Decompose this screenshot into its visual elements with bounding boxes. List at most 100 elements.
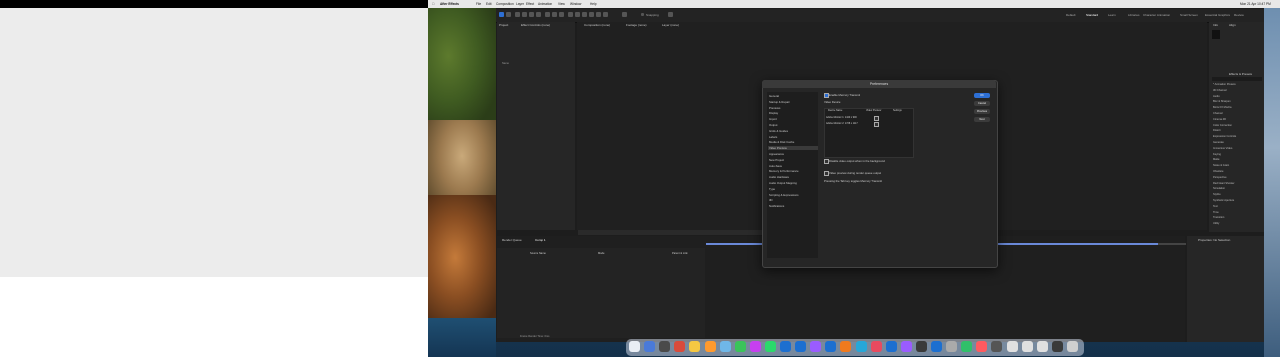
- menu-animation[interactable]: Animation: [538, 0, 552, 8]
- dock-app-icon[interactable]: [674, 341, 686, 352]
- effects-search-input[interactable]: [1212, 77, 1262, 81]
- menu-layer[interactable]: Layer: [516, 0, 524, 8]
- zoom-tool-icon[interactable]: [522, 12, 527, 17]
- preferences-category-item[interactable]: Appearance: [769, 152, 784, 156]
- dock-app-icon[interactable]: [704, 341, 716, 352]
- preferences-category-item[interactable]: New Project: [769, 158, 784, 162]
- dock-app-icon[interactable]: [1021, 341, 1033, 352]
- effects-list-item[interactable]: Blur & Sharpen: [1213, 100, 1231, 103]
- dock-app-icon[interactable]: [810, 341, 822, 352]
- snapping-checkbox[interactable]: [641, 13, 644, 16]
- tab-align[interactable]: Align: [1229, 23, 1236, 27]
- preferences-category-item[interactable]: Audio Output Mapping: [769, 181, 797, 185]
- camera-tool-icon[interactable]: [536, 12, 541, 17]
- effects-list-item[interactable]: Noise & Grain: [1213, 164, 1229, 167]
- dock-app-icon[interactable]: [931, 341, 942, 352]
- puppet-tool-icon[interactable]: [603, 12, 608, 17]
- pan-behind-tool-icon[interactable]: [545, 12, 550, 17]
- workspace-small-screen[interactable]: Small Screen: [1180, 13, 1198, 17]
- tab-composition[interactable]: Composition (none): [584, 23, 610, 27]
- menu-window[interactable]: Window: [570, 0, 581, 8]
- menu-help[interactable]: Help: [590, 0, 597, 8]
- dock-app-icon[interactable]: [644, 341, 656, 352]
- previous-button[interactable]: Previous: [974, 109, 990, 114]
- preferences-category-item[interactable]: Video Preview: [769, 146, 787, 150]
- device-row-2[interactable]: Adobe Monitor 2: 1728 x 1117: [826, 122, 858, 125]
- preferences-category-item[interactable]: Scripting & Expressions: [769, 193, 799, 197]
- effects-list-item[interactable]: Matte: [1213, 158, 1220, 161]
- workspace-default[interactable]: Default: [1066, 13, 1076, 17]
- dock-app-icon[interactable]: [840, 341, 852, 352]
- eraser-tool-icon[interactable]: [589, 12, 594, 17]
- preferences-category-item[interactable]: Audio Hardware: [769, 175, 789, 179]
- dock-app-icon[interactable]: [719, 341, 731, 352]
- preferences-category-item[interactable]: Labels: [769, 135, 777, 139]
- effects-list-item[interactable]: Perspective: [1213, 176, 1227, 179]
- dock-app-icon[interactable]: [764, 341, 776, 352]
- effects-list-item[interactable]: 3D Channel: [1213, 89, 1227, 92]
- tab-info[interactable]: Info: [1213, 23, 1218, 27]
- dock-app-icon[interactable]: [795, 341, 807, 352]
- workspace-libraries[interactable]: Libraries: [1128, 13, 1140, 17]
- effects-list-item[interactable]: Audio: [1213, 95, 1220, 98]
- tab-project[interactable]: Project: [499, 23, 508, 27]
- workspace-character-animation[interactable]: Character Animation: [1143, 13, 1170, 17]
- effects-list-item[interactable]: * Animation Presets: [1213, 83, 1236, 86]
- dock-app-icon[interactable]: [991, 341, 1003, 352]
- tab-effects-presets[interactable]: Effects & Presets: [1229, 72, 1252, 76]
- menu-edit[interactable]: Edit: [486, 0, 492, 8]
- dock-app-icon[interactable]: [825, 341, 837, 352]
- col-parent-link[interactable]: Parent & Link: [672, 252, 688, 255]
- roto-brush-tool-icon[interactable]: [596, 12, 601, 17]
- dock-app-icon[interactable]: [689, 341, 701, 352]
- dock-app-icon[interactable]: [946, 341, 958, 352]
- shape-tool-icon[interactable]: [552, 12, 557, 17]
- effects-list-item[interactable]: Keying: [1213, 153, 1221, 156]
- rotate-tool-icon[interactable]: [529, 12, 534, 17]
- brush-tool-icon[interactable]: [575, 12, 580, 17]
- preferences-category-item[interactable]: Display: [769, 111, 778, 115]
- menubar-clock[interactable]: Mon 21 Apr 10:47 PM: [1240, 0, 1271, 8]
- menu-composition[interactable]: Composition: [496, 0, 514, 8]
- preferences-category-item[interactable]: Output: [769, 123, 777, 127]
- tab-properties[interactable]: Properties: No Selection: [1198, 238, 1230, 242]
- dock-app-icon[interactable]: [1066, 341, 1078, 352]
- dock-app-icon[interactable]: [659, 341, 671, 352]
- effects-list-item[interactable]: Synthetic Aperture: [1213, 199, 1234, 202]
- tab-effect-controls[interactable]: Effect Controls (none): [521, 23, 550, 27]
- pen-tool-icon[interactable]: [559, 12, 564, 17]
- type-tool-icon[interactable]: [568, 12, 573, 17]
- effects-list-item[interactable]: Time: [1213, 211, 1219, 214]
- next-button[interactable]: Next: [974, 117, 990, 122]
- tab-footage[interactable]: Footage (none): [626, 23, 647, 27]
- preferences-category-item[interactable]: Memory & Performance: [769, 169, 799, 173]
- preferences-category-item[interactable]: Media & Disk Cache: [769, 140, 794, 144]
- effects-list-item[interactable]: Cinema 4D: [1213, 118, 1226, 121]
- dock-app-icon[interactable]: [780, 341, 791, 352]
- device-1-checkbox[interactable]: [874, 116, 879, 121]
- home-icon[interactable]: [499, 12, 504, 17]
- effects-list-item[interactable]: Expression Controls: [1213, 135, 1236, 138]
- hand-tool-icon[interactable]: [515, 12, 520, 17]
- effects-list-item[interactable]: Simulation: [1213, 187, 1225, 190]
- dock-app-icon[interactable]: [961, 341, 973, 352]
- effects-list-item[interactable]: Utility: [1213, 222, 1219, 225]
- effects-list-item[interactable]: Channel: [1213, 112, 1223, 115]
- snap-options-icon[interactable]: [668, 12, 673, 17]
- selection-tool-icon[interactable]: [506, 12, 511, 17]
- dock-app-icon[interactable]: [915, 341, 927, 352]
- device-2-checkbox[interactable]: [874, 122, 879, 127]
- col-mode[interactable]: Mode: [598, 252, 605, 255]
- dock-app-icon[interactable]: [1006, 341, 1018, 352]
- cancel-button[interactable]: Cancel: [974, 101, 990, 106]
- dock-app-icon[interactable]: [1036, 341, 1048, 352]
- dock-app-icon[interactable]: [629, 341, 640, 352]
- menu-view[interactable]: View: [558, 0, 565, 8]
- workspace-review[interactable]: Review: [1234, 13, 1244, 17]
- effects-list-item[interactable]: Transition: [1213, 216, 1224, 219]
- dock-app-icon[interactable]: [900, 341, 912, 352]
- preferences-category-item[interactable]: Import: [769, 117, 777, 121]
- effects-list-item[interactable]: Immersive Video: [1213, 147, 1232, 150]
- preferences-category-item[interactable]: Grids & Guides: [769, 129, 788, 133]
- preferences-category-item[interactable]: General: [769, 94, 779, 98]
